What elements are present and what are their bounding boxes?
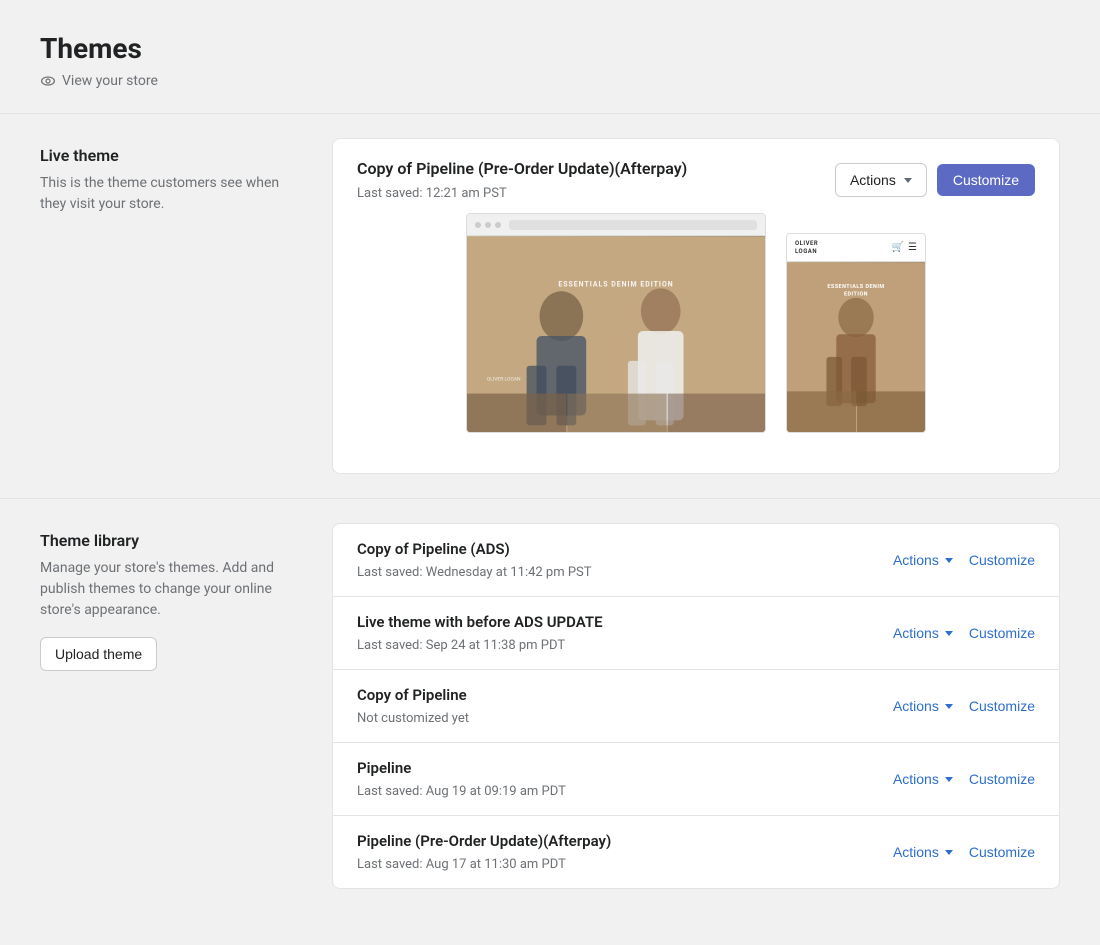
section-divider <box>0 498 1100 499</box>
theme-actions-button-0[interactable]: Actions <box>893 552 953 568</box>
live-theme-description: This is the theme customers see when the… <box>40 173 300 215</box>
preview-desktop-content: OLIVER LOGAN <box>467 236 765 433</box>
actions-text-0: Actions <box>893 552 939 568</box>
upload-theme-button[interactable]: Upload theme <box>40 637 157 671</box>
url-bar <box>509 220 757 230</box>
theme-item-info-3: Pipeline Last saved: Aug 19 at 09:19 am … <box>357 759 566 799</box>
theme-customize-button-3[interactable]: Customize <box>969 771 1035 787</box>
actions-chevron-2 <box>945 704 953 709</box>
live-theme-header: Copy of Pipeline (Pre-Order Update)(Afte… <box>333 139 1059 213</box>
theme-library-content: Copy of Pipeline (ADS) Last saved: Wedne… <box>332 523 1060 889</box>
actions-chevron-4 <box>945 850 953 855</box>
dot-2 <box>485 222 491 228</box>
actions-chevron-1 <box>945 631 953 636</box>
live-theme-actions: Actions Customize <box>835 163 1035 197</box>
theme-name-2: Copy of Pipeline <box>357 686 469 704</box>
live-theme-actions-button[interactable]: Actions <box>835 163 927 197</box>
theme-list-item: Copy of Pipeline (ADS) Last saved: Wedne… <box>333 524 1059 597</box>
theme-list-item: Pipeline Last saved: Aug 19 at 09:19 am … <box>333 743 1059 816</box>
theme-actions-button-1[interactable]: Actions <box>893 625 953 641</box>
preview-desktop: OLIVER LOGAN <box>466 213 766 433</box>
svg-text:ESSENTIALS DENIM: ESSENTIALS DENIM <box>827 284 884 290</box>
theme-name-1: Live theme with before ADS UPDATE <box>357 613 603 631</box>
preview-topbar <box>467 214 765 236</box>
theme-library-description: Manage your store's themes. Add and publ… <box>40 558 300 621</box>
theme-item-actions-1: Actions Customize <box>893 625 1035 641</box>
live-theme-sidebar: Live theme This is the theme customers s… <box>40 138 300 474</box>
theme-name-0: Copy of Pipeline (ADS) <box>357 540 592 558</box>
theme-item-info-2: Copy of Pipeline Not customized yet <box>357 686 469 726</box>
theme-saved-0: Last saved: Wednesday at 11:42 pm PST <box>357 565 592 580</box>
theme-actions-button-3[interactable]: Actions <box>893 771 953 787</box>
preview-mobile-store: OLIVER LOGAN <box>795 240 818 254</box>
actions-text-4: Actions <box>893 844 939 860</box>
theme-customize-button-2[interactable]: Customize <box>969 698 1035 714</box>
live-theme-last-saved: Last saved: 12:21 am PST <box>357 186 507 201</box>
svg-text:ESSENTIALS DENIM EDITION: ESSENTIALS DENIM EDITION <box>558 280 673 288</box>
mobile-store-line2: LOGAN <box>795 248 818 255</box>
actions-text-3: Actions <box>893 771 939 787</box>
theme-name-3: Pipeline <box>357 759 566 777</box>
actions-text-1: Actions <box>893 625 939 641</box>
top-divider <box>0 113 1100 114</box>
theme-item-actions-3: Actions Customize <box>893 771 1035 787</box>
theme-library-section: Theme library Manage your store's themes… <box>40 523 1060 889</box>
cart-icon: 🛒 <box>892 242 904 253</box>
theme-actions-button-4[interactable]: Actions <box>893 844 953 860</box>
theme-saved-4: Last saved: Aug 17 at 11:30 am PDT <box>357 857 566 872</box>
page-title: Themes <box>40 32 1060 65</box>
live-theme-content: Copy of Pipeline (Pre-Order Update)(Afte… <box>332 138 1060 474</box>
eye-icon <box>40 73 56 89</box>
view-store-text: View your store <box>62 73 158 89</box>
live-theme-name: Copy of Pipeline (Pre-Order Update)(Afte… <box>357 159 687 178</box>
live-theme-customize-button[interactable]: Customize <box>937 164 1035 196</box>
theme-list-item: Copy of Pipeline Not customized yet Acti… <box>333 670 1059 743</box>
theme-customize-button-4[interactable]: Customize <box>969 844 1035 860</box>
theme-saved-1: Last saved: Sep 24 at 11:38 pm PDT <box>357 638 565 653</box>
actions-text-2: Actions <box>893 698 939 714</box>
live-theme-card: Copy of Pipeline (Pre-Order Update)(Afte… <box>332 138 1060 474</box>
theme-saved-3: Last saved: Aug 19 at 09:19 am PDT <box>357 784 566 799</box>
mobile-preview-svg: ESSENTIALS DENIM EDITION <box>787 262 925 433</box>
theme-list-item: Live theme with before ADS UPDATE Last s… <box>333 597 1059 670</box>
theme-saved-2: Not customized yet <box>357 711 469 726</box>
menu-icon: ☰ <box>908 242 917 253</box>
chevron-down-icon <box>904 178 912 183</box>
theme-customize-button-1[interactable]: Customize <box>969 625 1035 641</box>
preview-svg: ESSENTIALS DENIM EDITION OLIVER LOGAN <box>467 236 765 433</box>
theme-item-info-0: Copy of Pipeline (ADS) Last saved: Wedne… <box>357 540 592 580</box>
preview-mobile-content: ESSENTIALS DENIM EDITION <box>787 262 925 433</box>
theme-item-actions-4: Actions Customize <box>893 844 1035 860</box>
dot-1 <box>475 222 481 228</box>
preview-mobile-topbar: OLIVER LOGAN 🛒 ☰ <box>787 234 925 262</box>
theme-name-4: Pipeline (Pre-Order Update)(Afterpay) <box>357 832 611 850</box>
view-store-link[interactable]: View your store <box>40 73 1060 89</box>
actions-chevron-0 <box>945 558 953 563</box>
svg-text:OLIVER LOGAN: OLIVER LOGAN <box>487 377 521 383</box>
mobile-store-line1: OLIVER <box>795 240 818 247</box>
live-theme-title: Live theme <box>40 146 300 165</box>
theme-item-info-1: Live theme with before ADS UPDATE Last s… <box>357 613 603 653</box>
theme-preview: OLIVER LOGAN <box>333 213 1059 473</box>
live-theme-section: Live theme This is the theme customers s… <box>40 138 1060 474</box>
preview-container: OLIVER LOGAN <box>466 213 926 453</box>
theme-library-title: Theme library <box>40 531 300 550</box>
actions-label: Actions <box>850 172 896 188</box>
theme-library-card: Copy of Pipeline (ADS) Last saved: Wedne… <box>332 523 1060 889</box>
theme-item-actions-2: Actions Customize <box>893 698 1035 714</box>
theme-library-sidebar: Theme library Manage your store's themes… <box>40 523 300 889</box>
live-theme-info: Copy of Pipeline (Pre-Order Update)(Afte… <box>357 159 687 201</box>
svg-text:EDITION: EDITION <box>844 292 868 298</box>
theme-item-actions-0: Actions Customize <box>893 552 1035 568</box>
theme-item-info-4: Pipeline (Pre-Order Update)(Afterpay) La… <box>357 832 611 872</box>
theme-actions-button-2[interactable]: Actions <box>893 698 953 714</box>
theme-customize-button-0[interactable]: Customize <box>969 552 1035 568</box>
preview-mobile: OLIVER LOGAN 🛒 ☰ <box>786 233 926 433</box>
theme-list-item: Pipeline (Pre-Order Update)(Afterpay) La… <box>333 816 1059 888</box>
preview-mobile-icons: 🛒 ☰ <box>892 242 917 253</box>
actions-chevron-3 <box>945 777 953 782</box>
dot-3 <box>495 222 501 228</box>
